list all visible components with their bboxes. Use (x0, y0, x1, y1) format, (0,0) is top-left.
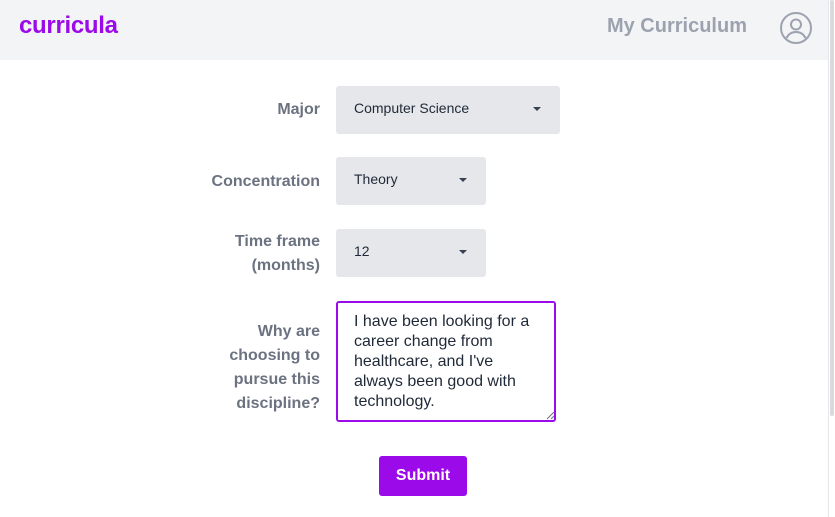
submit-button[interactable]: Submit (379, 456, 467, 496)
reason-label-line: pursue this (233, 371, 320, 388)
timeframe-label-line: Time frame (234, 233, 320, 250)
reason-label-line: discipline? (236, 395, 320, 412)
major-select[interactable]: Computer Science (336, 86, 560, 134)
reason-label-line: Why are (257, 323, 320, 340)
user-circle-icon[interactable] (779, 11, 813, 45)
timeframe-select[interactable]: 12 (336, 229, 486, 277)
concentration-select-value: Theory (354, 171, 398, 187)
major-select-value: Computer Science (354, 100, 470, 116)
major-label: Major (277, 101, 320, 118)
reason-label: Why are choosing to pursue this discipli… (229, 320, 320, 416)
nav-link-my-curriculum[interactable]: My Curriculum (607, 15, 747, 38)
concentration-select[interactable]: Theory (336, 157, 486, 205)
caret-down-icon (459, 250, 467, 254)
concentration-label: Concentration (211, 173, 320, 190)
reason-textarea[interactable]: I have been looking for a career change … (336, 301, 556, 422)
caret-down-icon (533, 107, 541, 111)
top-nav-bar: curricula My Curriculum (0, 0, 828, 60)
reason-label-line: choosing to (229, 347, 320, 364)
caret-down-icon (459, 178, 467, 182)
timeframe-label-line: (months) (251, 257, 320, 274)
timeframe-label: Time frame (months) (235, 230, 320, 278)
scrollbar-thumb[interactable] (830, 0, 834, 416)
logo[interactable]: curricula (19, 12, 118, 40)
timeframe-select-value: 12 (354, 243, 370, 259)
